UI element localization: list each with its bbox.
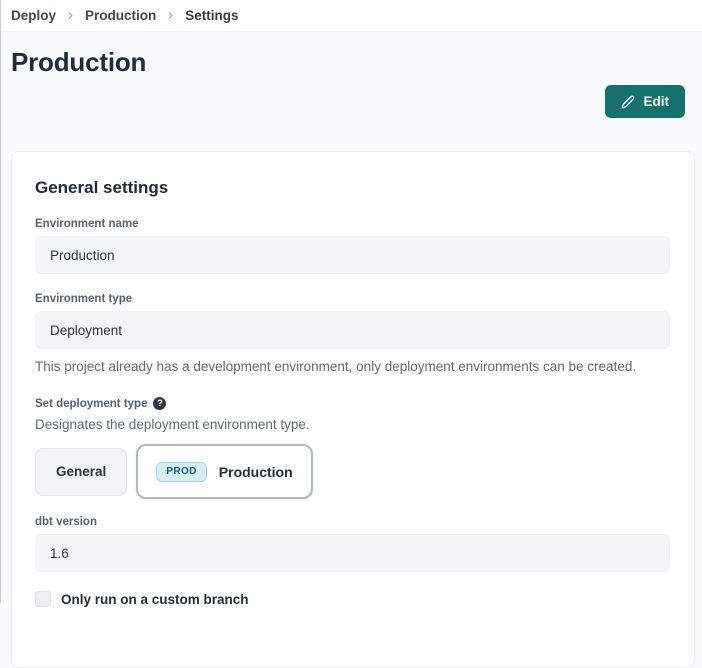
deployment-type-option-production-label: Production [219,464,293,480]
edit-button-label: Edit [644,94,670,109]
environment-type-input[interactable] [35,311,670,349]
general-settings-card: General settings Environment name Enviro… [11,151,695,668]
chevron-right-icon [165,10,176,21]
breadcrumb-item-production[interactable]: Production [85,8,156,23]
card-title: General settings [35,178,670,198]
environment-name-label: Environment name [35,218,670,230]
environment-type-field-group: Environment type This project already ha… [35,293,670,376]
deployment-type-option-general-label: General [56,464,106,479]
dbt-version-label: dbt version [35,516,670,528]
deployment-type-description: Designates the deployment environment ty… [35,417,670,432]
breadcrumb: Deploy Production Settings [1,0,702,32]
environment-name-input[interactable] [35,236,670,274]
breadcrumb-item-deploy[interactable]: Deploy [11,8,56,23]
page-header: Production Edit [1,32,702,118]
deployment-type-label: Set deployment type ? [35,397,670,410]
deployment-type-toggle-group: General PROD Production [35,444,670,499]
edit-button[interactable]: Edit [605,85,686,118]
chevron-right-icon [65,10,76,21]
environment-name-field-group: Environment name [35,218,670,274]
deployment-type-option-general[interactable]: General [35,448,127,496]
prod-badge: PROD [156,462,207,482]
pencil-icon [621,95,635,109]
deployment-type-option-production[interactable]: PROD Production [136,444,312,499]
help-icon[interactable]: ? [153,397,166,410]
deployment-type-label-text: Set deployment type [35,398,147,410]
dbt-version-field-group: dbt version [35,516,670,572]
environment-type-helper-text: This project already has a development e… [35,358,670,376]
deployment-type-section: Set deployment type ? Designates the dep… [35,397,670,499]
custom-branch-row: Only run on a custom branch [35,591,670,607]
environment-type-label: Environment type [35,293,670,305]
custom-branch-checkbox[interactable] [35,591,51,607]
page-title: Production [11,47,692,78]
header-actions: Edit [11,85,692,118]
dbt-version-input[interactable] [35,534,670,572]
custom-branch-label: Only run on a custom branch [61,592,249,607]
breadcrumb-item-settings: Settings [185,8,238,23]
